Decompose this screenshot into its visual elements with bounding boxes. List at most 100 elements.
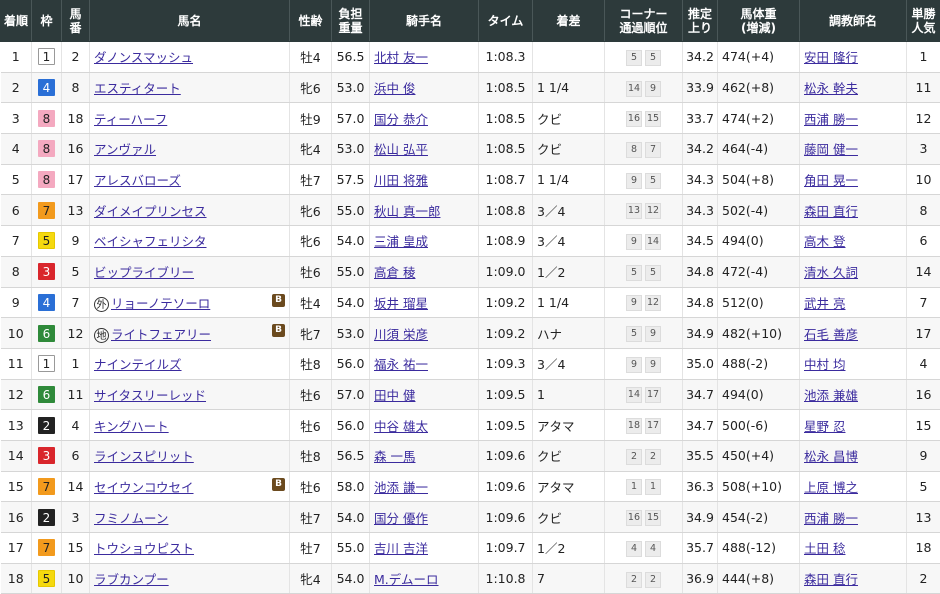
trainer-name-link[interactable]: 松永 幹夫 — [804, 81, 858, 96]
horse-name-link[interactable]: アンヴァル — [94, 142, 156, 157]
horse-name-link[interactable]: ベイシャフェリシタ — [94, 234, 207, 249]
jockey-name-link[interactable]: 高倉 稜 — [374, 265, 415, 280]
trainer-name-link[interactable]: 清水 久詞 — [804, 265, 858, 280]
horse-name-link[interactable]: リョーノテソーロ — [111, 296, 210, 311]
jockey-name-link[interactable]: 松山 弘平 — [374, 142, 428, 157]
col-jockey[interactable]: 騎手名 — [369, 0, 479, 42]
margin-cell: アタマ — [532, 471, 605, 503]
body-weight-cell: 454(-2) — [717, 501, 800, 533]
horse-name-link[interactable]: ティーハーフ — [94, 112, 167, 127]
jockey-name-link[interactable]: 国分 恭介 — [374, 112, 428, 127]
col-umaban[interactable]: 馬番 — [61, 0, 90, 42]
jockey-name-link[interactable]: 坂井 瑠星 — [374, 296, 428, 311]
body-weight-diff: (+8) — [745, 571, 775, 587]
trainer-name-link[interactable]: 安田 隆行 — [804, 50, 858, 65]
horse-name-link[interactable]: ダイメイプリンセス — [94, 204, 207, 219]
jockey-name-link[interactable]: 森 一馬 — [374, 449, 415, 464]
jockey-name-link[interactable]: 川田 将雅 — [374, 173, 428, 188]
weight-cell: 57.5 — [331, 164, 370, 196]
jockey-name-link[interactable]: 北村 友一 — [374, 50, 428, 65]
trainer-name-link[interactable]: 西浦 勝一 — [804, 511, 858, 526]
trainer-name-link[interactable]: 森田 直行 — [804, 572, 858, 587]
last3f-cell: 36.3 — [682, 471, 718, 503]
trainer-name-link[interactable]: 土田 稔 — [804, 541, 845, 556]
trainer-name-link[interactable]: 池添 兼雄 — [804, 388, 858, 403]
waku-badge: 8 — [38, 140, 55, 158]
horse-name-link[interactable]: サイタスリーレッド — [94, 388, 206, 403]
trainer-name-link[interactable]: 藤岡 健一 — [804, 142, 858, 157]
trainer-name-link[interactable]: 上原 博之 — [804, 480, 858, 495]
horse-name-link[interactable]: アレスバローズ — [94, 173, 181, 188]
horse-name-link[interactable]: トウショウピスト — [94, 541, 194, 556]
trainer-name-link[interactable]: 石毛 善彦 — [804, 327, 858, 342]
waku-badge: 6 — [38, 385, 55, 403]
corner-position-2: 1 — [645, 479, 661, 496]
horse-name-link[interactable]: ラブカンプー — [94, 572, 169, 587]
horse-cell: ラインスピリット — [89, 440, 290, 472]
horse-name-link[interactable]: キングハート — [94, 419, 169, 434]
col-weight[interactable]: 負担 重量 — [331, 0, 370, 42]
corner-cell: 44 — [604, 532, 683, 564]
col-body[interactable]: 馬体重 (増減) — [717, 0, 800, 42]
blinker-icon: B — [272, 477, 285, 491]
jockey-name-link[interactable]: 田中 健 — [374, 388, 415, 403]
horse-name-link[interactable]: ダノンスマッシュ — [94, 50, 193, 65]
corner-positions: 14 17 — [625, 387, 662, 404]
waku-cell: 4 — [31, 287, 62, 319]
col-time[interactable]: タイム — [478, 0, 533, 42]
jockey-name-link[interactable]: 川須 栄彦 — [374, 327, 428, 342]
col-umaban-line2: 番 — [69, 21, 82, 35]
trainer-name-link[interactable]: 高木 登 — [804, 234, 845, 249]
waku-badge: 7 — [38, 539, 55, 557]
jockey-name-link[interactable]: 吉川 吉洋 — [374, 541, 428, 556]
jockey-name-link[interactable]: 中谷 雄太 — [374, 419, 428, 434]
horse-name-link[interactable]: フミノムーン — [94, 511, 168, 526]
margin-cell: 1 1/4 — [532, 287, 605, 319]
horse-name-link[interactable]: ビップライブリー — [94, 265, 194, 280]
jockey-cell: M.デムーロ — [369, 563, 479, 594]
trainer-name-link[interactable]: 森田 直行 — [804, 204, 858, 219]
last3f-cell: 34.2 — [682, 41, 718, 73]
horse-name-link[interactable]: ナインテイルズ — [94, 357, 182, 372]
jockey-name-link[interactable]: 福永 祐一 — [374, 357, 428, 372]
jockey-name-link[interactable]: 秋山 真一郎 — [374, 204, 440, 219]
horse-cell: ダイメイプリンセス — [89, 194, 290, 227]
body-weight-value: 488 — [722, 540, 746, 556]
jockey-name-link[interactable]: 国分 優作 — [374, 511, 428, 526]
table-row: 7 5 9 ベイシャフェリシタ 牝6 54.0 三浦 皇成 1:08.9 3／4 9 14 34.5 4… — [0, 225, 940, 257]
horse-name-link[interactable]: セイウンコウセイ — [94, 480, 194, 495]
waku-cell: 8 — [31, 133, 62, 165]
horse-name-link[interactable]: エスティタート — [94, 81, 181, 96]
jockey-name-link[interactable]: 浜中 俊 — [374, 81, 415, 96]
col-corner[interactable]: コーナー 通過順位 — [604, 0, 683, 42]
horse-name-link[interactable]: ラインスピリット — [94, 449, 194, 464]
corner-position-1: 9 — [626, 356, 642, 373]
time-cell: 1:08.9 — [478, 225, 533, 257]
trainer-name-link[interactable]: 西浦 勝一 — [804, 112, 858, 127]
body-weight-value: 472 — [722, 264, 746, 280]
waku-badge: 1 — [38, 355, 55, 373]
horse-name-link[interactable]: ライトフェアリー — [111, 327, 211, 342]
trainer-name-link[interactable]: 松永 昌博 — [804, 449, 858, 464]
col-rank[interactable]: 着順 — [0, 0, 32, 42]
popularity-cell: 9 — [906, 440, 940, 472]
trainer-name-link[interactable]: 武井 亮 — [804, 296, 845, 311]
col-pop[interactable]: 単勝 人気 — [906, 0, 940, 42]
trainer-name-link[interactable]: 角田 晃一 — [804, 173, 858, 188]
col-trainer[interactable]: 調教師名 — [799, 0, 907, 42]
col-horse[interactable]: 馬名 — [89, 0, 290, 42]
col-last3f[interactable]: 推定 上り — [682, 0, 718, 42]
table-row: 5 8 17 アレスバローズ 牡7 57.5 川田 将雅 1:08.7 1 1/4 9 5 34.3 5… — [0, 164, 940, 196]
body-weight-diff: (-6) — [745, 417, 769, 433]
jockey-name-link[interactable]: 三浦 皇成 — [374, 234, 428, 249]
col-margin[interactable]: 着差 — [532, 0, 605, 42]
jockey-name-link[interactable]: M.デムーロ — [374, 572, 439, 587]
col-waku[interactable]: 枠 — [31, 0, 62, 42]
weight-cell: 56.5 — [331, 41, 370, 73]
corner-position-1: 18 — [625, 418, 642, 435]
trainer-name-link[interactable]: 中村 均 — [804, 357, 845, 372]
jockey-name-link[interactable]: 池添 謙一 — [374, 480, 428, 495]
col-sexage[interactable]: 性齢 — [289, 0, 332, 42]
waku-cell: 5 — [31, 225, 62, 257]
trainer-name-link[interactable]: 星野 忍 — [804, 419, 845, 434]
